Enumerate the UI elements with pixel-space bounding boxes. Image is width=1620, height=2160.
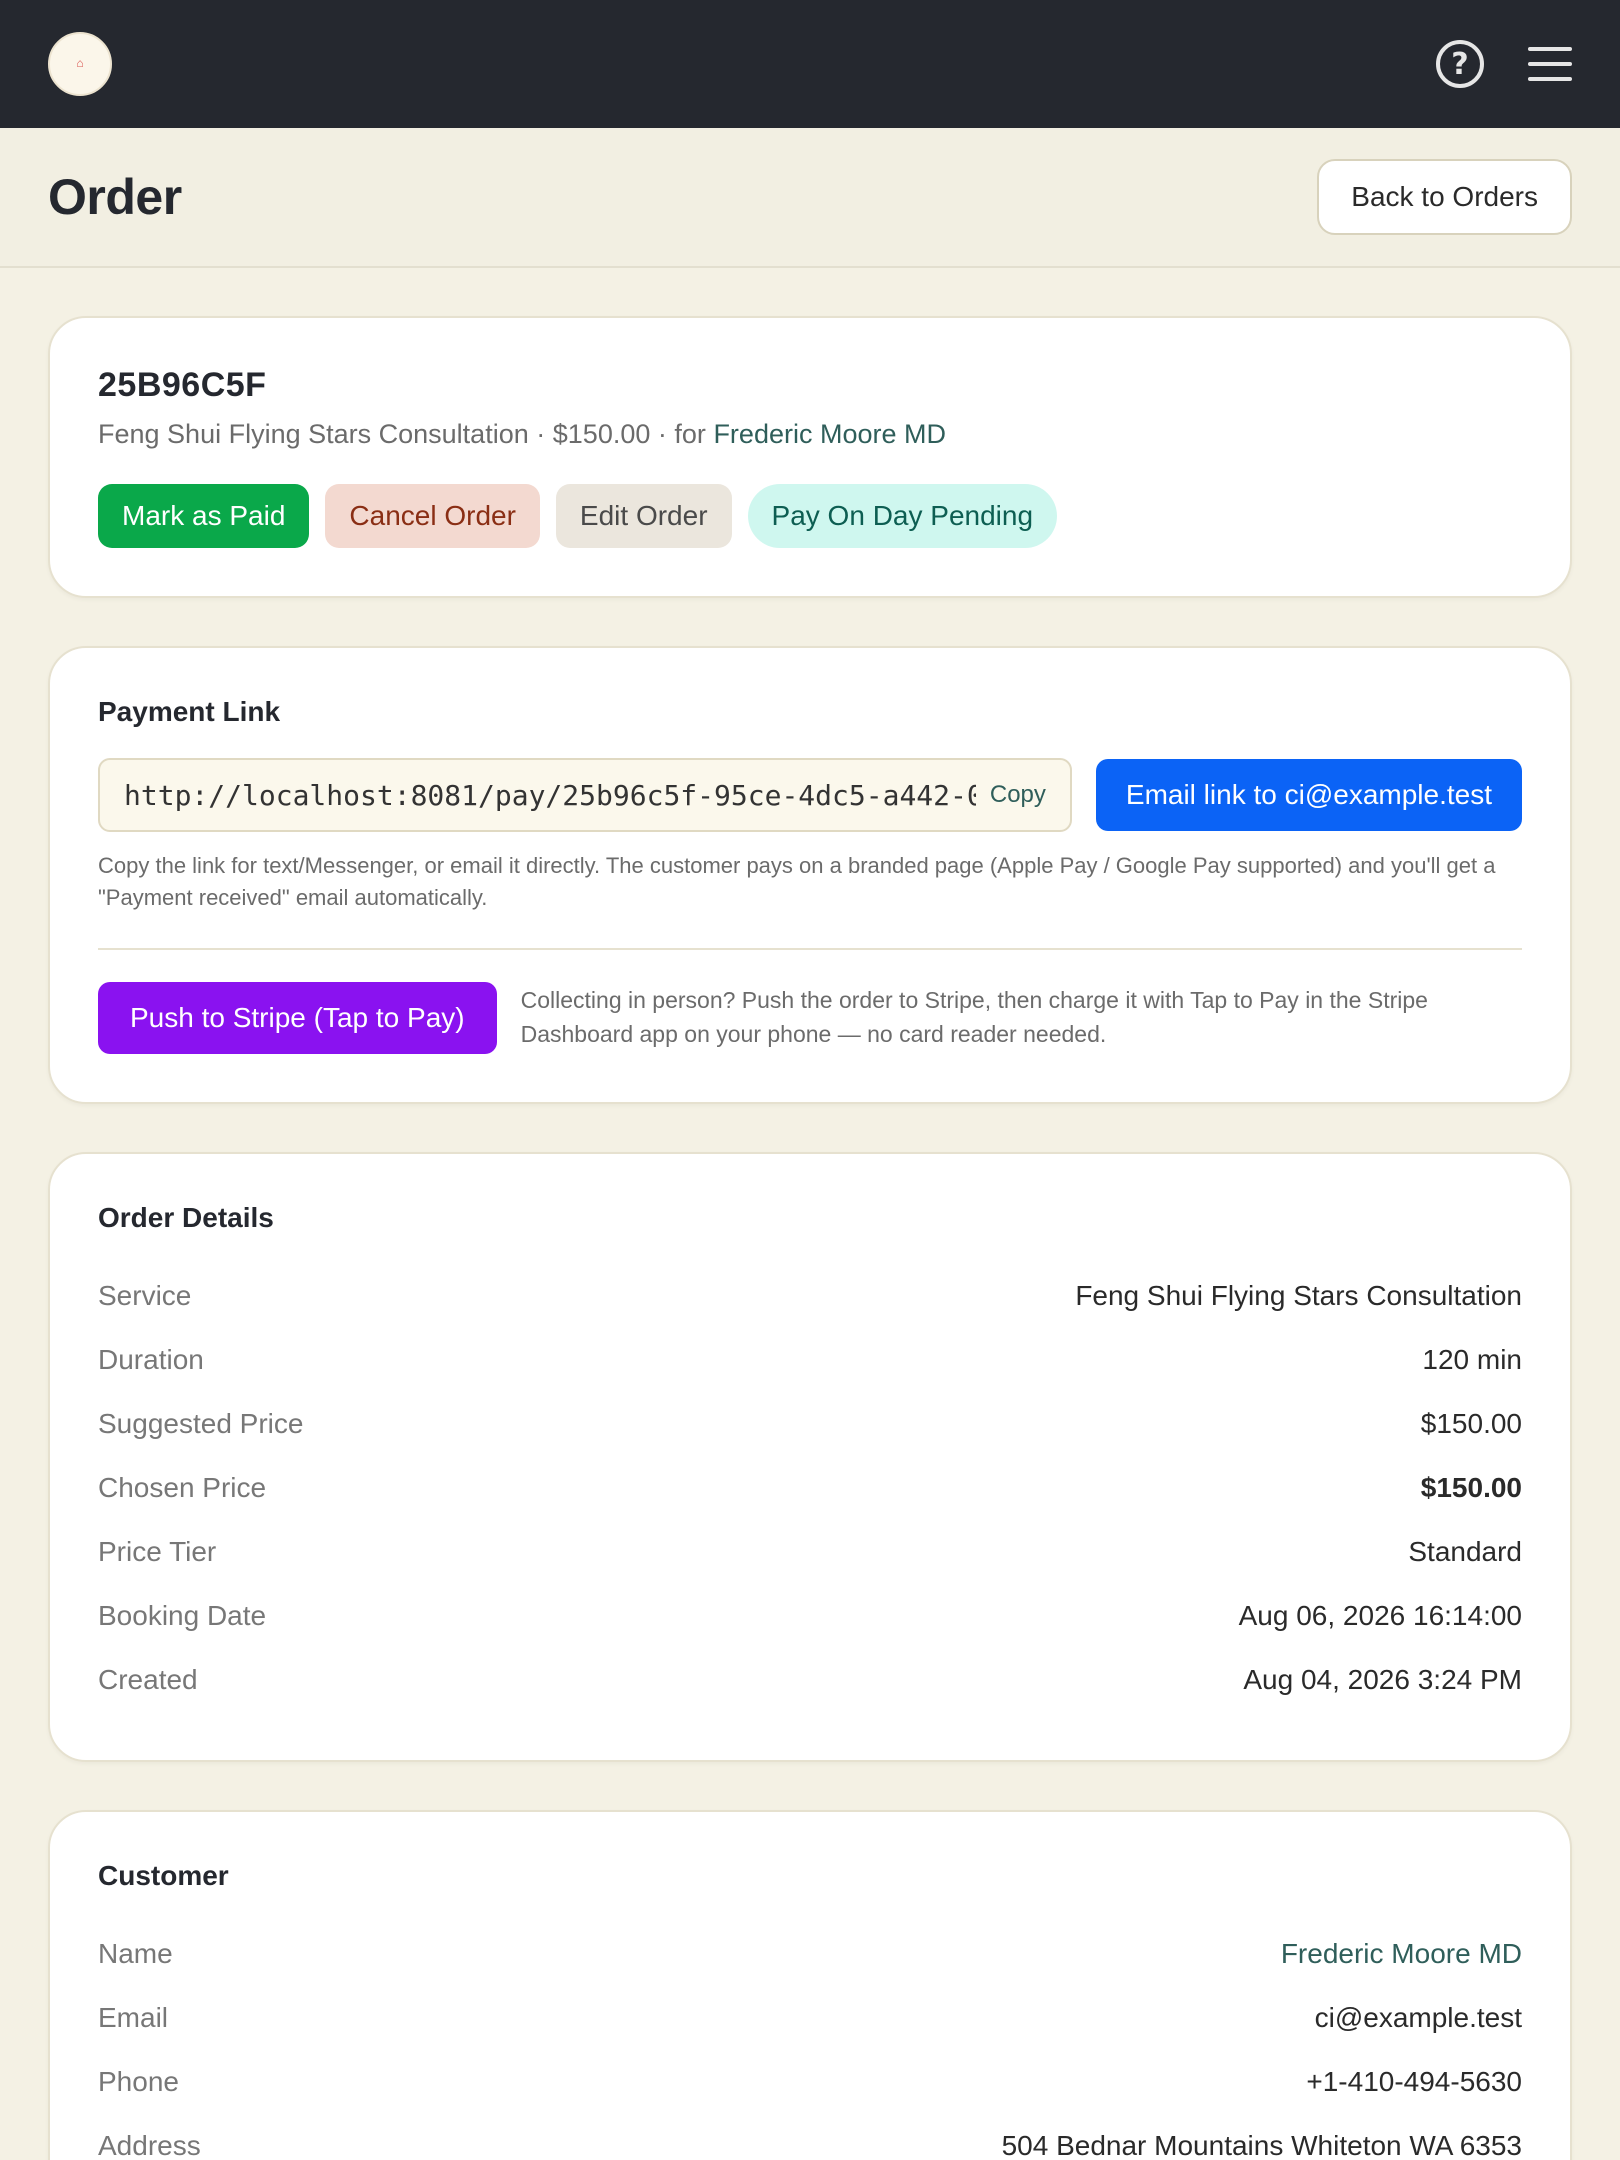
detail-row-suggested-price: Suggested Price $150.00 (98, 1392, 1522, 1456)
detail-value: Feng Shui Flying Stars Consultation (1075, 1279, 1522, 1311)
separator: · (536, 419, 546, 449)
for-label: for (674, 419, 706, 449)
top-icons: ? (1436, 40, 1572, 88)
detail-row-booking-date: Booking Date Aug 06, 2026 16:14:00 (98, 1584, 1522, 1648)
detail-row-duration: Duration 120 min (98, 1328, 1522, 1392)
customer-value: ci@example.test (1314, 2001, 1522, 2033)
order-details-title: Order Details (98, 1201, 274, 1233)
stripe-row: Push to Stripe (Tap to Pay) Collecting i… (98, 981, 1522, 1054)
stripe-help: Collecting in person? Push the order to … (520, 987, 1428, 1047)
divider (98, 947, 1522, 950)
detail-value: 120 min (1422, 1343, 1522, 1375)
cancel-order-button[interactable]: Cancel Order (325, 484, 540, 548)
detail-label: Price Tier (98, 1535, 217, 1567)
page-header: Order Back to Orders (0, 128, 1620, 268)
customer-label: Phone (98, 2065, 179, 2097)
payment-link-url[interactable]: http://localhost:8081/pay/25b96c5f-95ce-… (124, 779, 976, 812)
question-circle-icon[interactable]: ? (1436, 40, 1484, 88)
copy-link-button[interactable]: Copy (976, 781, 1046, 809)
payment-link-title: Payment Link (98, 696, 281, 727)
detail-row-service: Service Feng Shui Flying Stars Consultat… (98, 1264, 1522, 1328)
detail-label: Chosen Price (98, 1471, 267, 1503)
payment-link-help: Copy the link for text/Messenger, or ema… (98, 853, 1496, 910)
customer-link[interactable]: Frederic Moore MD (713, 419, 946, 449)
payment-link-field[interactable]: http://localhost:8081/pay/25b96c5f-95ce-… (98, 758, 1072, 832)
detail-row-created: Created Aug 04, 2026 3:24 PM (98, 1648, 1522, 1712)
detail-label: Service (98, 1279, 192, 1311)
order-summary-card: 25B96C5F Feng Shui Flying Stars Consulta… (48, 316, 1572, 598)
mark-as-paid-button[interactable]: Mark as Paid (98, 484, 310, 548)
customer-value: 504 Bednar Mountains Whiteton WA 6353 (1001, 2129, 1522, 2160)
customer-row-email: Email ci@example.test (98, 1986, 1522, 2050)
order-actions: Mark as Paid Cancel Order Edit Order Pay… (98, 484, 1522, 548)
order-details-card: Order Details Service Feng Shui Flying S… (48, 1151, 1572, 1762)
order-service: Feng Shui Flying Stars Consultation (98, 419, 529, 449)
customer-value: +1-410-494-5630 (1306, 2065, 1522, 2097)
edit-order-button[interactable]: Edit Order (555, 484, 732, 548)
customer-label: Address (98, 2129, 201, 2160)
email-link-button[interactable]: Email link to ci@example.test (1095, 759, 1522, 831)
page-title: Order (48, 169, 182, 225)
customer-label: Name (98, 1937, 173, 1969)
detail-label: Booking Date (98, 1599, 267, 1631)
customer-label: Email (98, 2001, 169, 2033)
detail-value: $150.00 (1420, 1407, 1522, 1439)
customer-name-link[interactable]: Frederic Moore MD (1281, 1938, 1522, 1970)
separator: · (657, 419, 667, 449)
push-to-stripe-button[interactable]: Push to Stripe (Tap to Pay) (98, 981, 497, 1054)
detail-label: Duration (98, 1343, 204, 1375)
customer-row-address: Address 504 Bednar Mountains Whiteton WA… (98, 2114, 1522, 2160)
detail-label: Created (98, 1663, 198, 1695)
customer-list: Name Frederic Moore MD Email ci@example.… (98, 1922, 1522, 2160)
customer-card: Customer Name Frederic Moore MD Email ci… (48, 1809, 1572, 2160)
order-code: 25B96C5F (98, 366, 267, 404)
customer-row-phone: Phone +1-410-494-5630 (98, 2050, 1522, 2114)
customer-title: Customer (98, 1859, 229, 1891)
order-details-list: Service Feng Shui Flying Stars Consultat… (98, 1264, 1522, 1712)
order-subtitle: Feng Shui Flying Stars Consultation · $1… (98, 419, 1522, 450)
brand-logo[interactable]: ⌂ (48, 32, 112, 96)
detail-value: Standard (1408, 1535, 1522, 1567)
payment-link-row: http://localhost:8081/pay/25b96c5f-95ce-… (98, 758, 1522, 832)
detail-row-price-tier: Price Tier Standard (98, 1520, 1522, 1584)
detail-label: Suggested Price (98, 1407, 304, 1439)
top-navigation-bar: ⌂ ? (0, 0, 1620, 128)
house-icon: ⌂ (76, 56, 84, 71)
detail-value: Aug 04, 2026 3:24 PM (1243, 1663, 1522, 1695)
detail-row-chosen-price: Chosen Price $150.00 (98, 1456, 1522, 1520)
customer-row-name: Name Frederic Moore MD (98, 1922, 1522, 1986)
status-badge: Pay On Day Pending (747, 484, 1058, 548)
detail-value: $150.00 (1420, 1471, 1522, 1503)
order-price: $150.00 (552, 419, 651, 449)
back-to-orders-button[interactable]: Back to Orders (1317, 159, 1572, 235)
detail-value: Aug 06, 2026 16:14:00 (1238, 1599, 1522, 1631)
hamburger-menu-icon[interactable] (1528, 47, 1572, 81)
payment-link-card: Payment Link http://localhost:8081/pay/2… (48, 646, 1572, 1104)
